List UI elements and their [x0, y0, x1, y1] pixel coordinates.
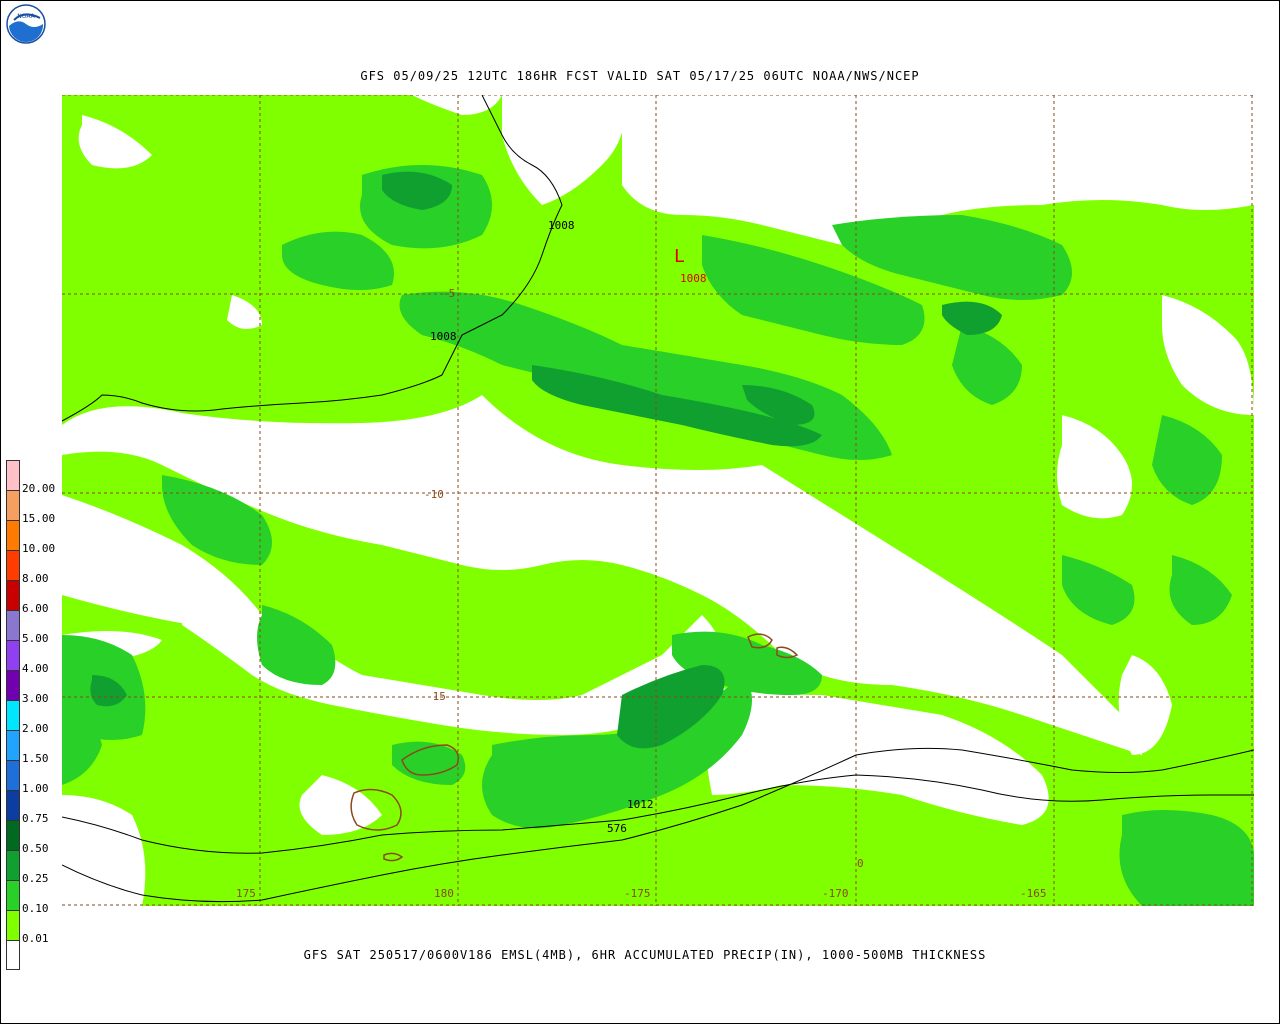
- stray-label: 0: [857, 857, 864, 870]
- legend-label: 0.50: [22, 842, 49, 855]
- lat-label-minus5: -5: [442, 287, 456, 300]
- legend-swatch: [6, 490, 20, 520]
- color-legend: [6, 460, 20, 970]
- legend-label: 0.25: [22, 872, 49, 885]
- isobar-label-1008-west: 1008: [430, 330, 457, 343]
- svg-text:NOAA: NOAA: [17, 13, 35, 20]
- legend-label: 0.10: [22, 902, 49, 915]
- low-pressure-value: 1008: [680, 272, 707, 285]
- legend-swatch: [6, 700, 20, 730]
- legend-label: 3.00: [22, 692, 49, 705]
- legend-label: 0.01: [22, 932, 49, 945]
- legend-swatch: [6, 880, 20, 910]
- lat-label-minus15: -15: [426, 690, 446, 703]
- legend-swatch: [6, 850, 20, 880]
- legend-label: 15.00: [22, 512, 56, 525]
- isobar-label-1008-north: 1008: [548, 219, 575, 232]
- chart-title: GFS 05/09/25 12UTC 186HR FCST VALID SAT …: [360, 69, 920, 83]
- legend-label: 10.00: [22, 542, 56, 555]
- chart-footer: GFS SAT 250517/0600V186 EMSL(4MB), 6HR A…: [303, 948, 987, 962]
- lon-label-180: 180: [434, 887, 454, 900]
- legend-swatch: [6, 460, 20, 490]
- lon-label-minus170: -170: [822, 887, 849, 900]
- legend-swatch: [6, 790, 20, 820]
- legend-swatch: [6, 820, 20, 850]
- lat-label-minus10: -10: [424, 488, 444, 501]
- low-pressure-symbol: L: [674, 246, 685, 267]
- legend-label: 0.75: [22, 812, 49, 825]
- legend-swatch: [6, 550, 20, 580]
- noaa-logo: NOAA: [6, 4, 46, 44]
- legend-label: 4.00: [22, 662, 49, 675]
- lon-label-175: 175: [236, 887, 256, 900]
- lon-label-minus175: -175: [624, 887, 651, 900]
- legend-label: 20.00: [22, 482, 56, 495]
- legend-swatch: [6, 580, 20, 610]
- legend-label: 5.00: [22, 632, 49, 645]
- legend-swatch: [6, 910, 20, 940]
- legend-label: 8.00: [22, 572, 49, 585]
- lon-label-minus165: -165: [1020, 887, 1047, 900]
- legend-swatch: [6, 610, 20, 640]
- legend-swatch: [6, 760, 20, 790]
- legend-swatch: [6, 730, 20, 760]
- thickness-label-576: 576: [607, 822, 627, 835]
- legend-label: 6.00: [22, 602, 49, 615]
- legend-swatch: [6, 520, 20, 550]
- isobar-label-1012: 1012: [627, 798, 654, 811]
- legend-label: 1.50: [22, 752, 49, 765]
- legend-label: 2.00: [22, 722, 49, 735]
- legend-label: 1.00: [22, 782, 49, 795]
- legend-swatch: [6, 670, 20, 700]
- legend-swatch: [6, 640, 20, 670]
- precip-map: [62, 95, 1254, 906]
